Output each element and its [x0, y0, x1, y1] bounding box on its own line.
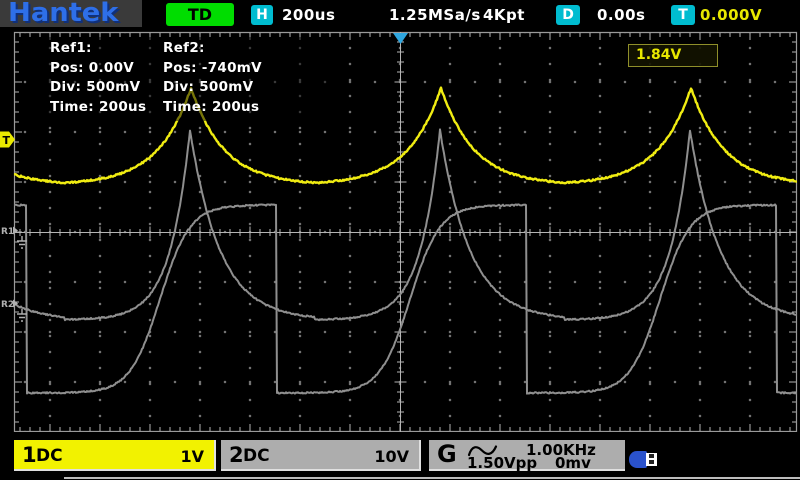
oscilloscope-screen: Hantek TD H 200us 1.25MSa/s 4Kpt D 0.00s… — [0, 0, 800, 480]
generator-label: G — [437, 440, 457, 468]
ref2-marker-label: R2 — [1, 300, 14, 310]
ref1-pos: Pos: 0.00V — [50, 59, 135, 76]
generator-badge[interactable]: G 1.00KHz 1.50Vpp 0mv — [429, 440, 625, 472]
measurement-box: 1.84V — [628, 44, 718, 67]
ref2-pos: Pos: -740mV — [163, 59, 262, 76]
trigger-position-marker[interactable] — [393, 33, 408, 44]
ref2-time: Time: 200us — [163, 98, 260, 115]
ref2-div: Div: 500mV — [163, 79, 254, 95]
ref2-ground-icon — [17, 309, 27, 322]
ref1-info: Ref1: Pos: 0.00V Div: 500mV Time: 200us — [50, 39, 163, 117]
ref1-title: Ref1: — [50, 40, 92, 56]
channel2-number: 2 — [229, 443, 244, 467]
ref2-title: Ref2: — [163, 40, 205, 56]
ref1-trace — [14, 128, 797, 322]
usb-connector — [646, 453, 657, 466]
ref1-div: Div: 500mV — [50, 79, 141, 95]
channel1-scale: 1V — [180, 447, 204, 466]
channel1-coupling: DC — [36, 446, 63, 466]
ref2-info: Ref2: Pos: -740mV Div: 500mV Time: 200us — [163, 39, 331, 117]
ref-info-panel: Ref1: Pos: 0.00V Div: 500mV Time: 200us … — [40, 37, 332, 121]
usb-body — [629, 451, 647, 468]
ref1-marker-label: R1 — [1, 227, 14, 237]
usb-icon — [629, 451, 659, 468]
generator-offset: 0mv — [555, 454, 591, 472]
trigger-level-marker-label: T — [3, 134, 11, 147]
ref1-time: Time: 200us — [50, 98, 147, 115]
bottom-divider-line — [64, 477, 800, 479]
channel1-number: 1 — [22, 443, 37, 467]
ref1-marker-arrow — [13, 226, 18, 235]
trigger-level-marker[interactable]: T — [0, 131, 15, 148]
bottom-status-bar: 1 DC 1V 2 DC 10V G 1.00KHz 1.50Vpp 0mv — [0, 432, 800, 480]
channel1-badge[interactable]: 1 DC 1V — [14, 440, 216, 471]
channel2-coupling: DC — [243, 446, 270, 466]
channel2-badge[interactable]: 2 DC 10V — [221, 440, 421, 471]
generator-amplitude: 1.50Vpp — [467, 454, 538, 472]
channel2-scale: 10V — [374, 447, 409, 466]
